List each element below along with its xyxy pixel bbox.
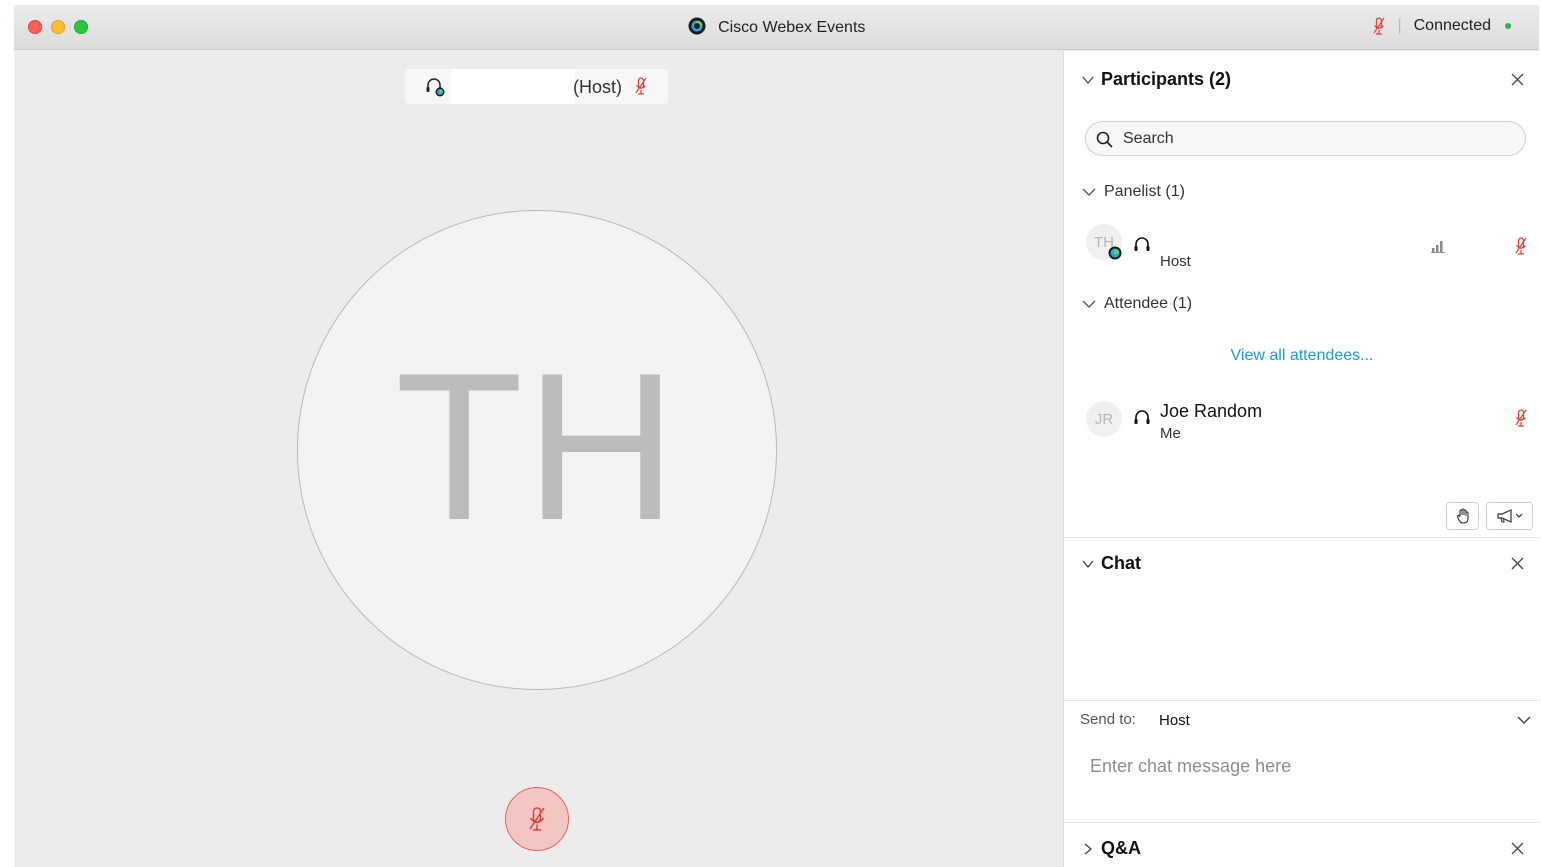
attendee-initials: JR	[1094, 410, 1114, 428]
announcement-menu-button[interactable]	[1486, 502, 1533, 530]
avatar: JR	[1086, 401, 1122, 437]
megaphone-icon	[1496, 509, 1522, 523]
qa-header[interactable]: Q&A	[1064, 834, 1539, 864]
close-icon[interactable]	[1511, 557, 1524, 570]
raise-hand-icon	[1456, 508, 1469, 524]
attendee-group-label: Attendee (1)	[1104, 295, 1193, 312]
raise-hand-button[interactable]	[1446, 502, 1479, 530]
connection-status: | Connected	[1373, 17, 1511, 35]
speaker-avatar: TH	[297, 210, 777, 690]
speaker-role: (Host)	[573, 77, 622, 97]
headset-icon	[426, 78, 445, 97]
video-stage: (Host) TH	[14, 51, 1063, 867]
signal-strength-icon	[1431, 241, 1445, 253]
participants-header[interactable]: Participants (2)	[1064, 65, 1539, 95]
window-title: Cisco Webex Events	[718, 19, 866, 36]
mic-muted-icon	[529, 807, 545, 831]
attendee-group-toggle[interactable]: Attendee (1)	[1082, 295, 1192, 313]
search-icon	[1096, 131, 1113, 148]
window-title-group: Cisco Webex Events	[14, 17, 1539, 37]
search-input[interactable]	[1123, 126, 1503, 152]
panelist-group-toggle[interactable]: Panelist (1)	[1082, 183, 1185, 201]
section-divider	[1064, 700, 1539, 701]
attendee-sub: Me	[1160, 425, 1181, 442]
chevron-down-icon[interactable]	[1517, 715, 1531, 725]
speaker-avatar-initials: TH	[395, 329, 679, 564]
status-text: Connected	[1413, 17, 1491, 34]
panelist-group-label: Panelist (1)	[1104, 183, 1185, 200]
qa-title: Q&A	[1101, 838, 1141, 858]
app-window: Cisco Webex Events | Connected (Host) TH…	[14, 5, 1539, 867]
mic-muted-icon[interactable]	[1515, 409, 1527, 427]
close-icon[interactable]	[1511, 842, 1524, 855]
panelist-role: Host	[1160, 253, 1191, 270]
send-to-label: Send to:	[1080, 711, 1136, 728]
chevron-down-icon	[1082, 300, 1096, 308]
status-separator: |	[1397, 17, 1402, 34]
redacted-name	[451, 69, 575, 104]
close-icon[interactable]	[1511, 73, 1524, 86]
section-divider	[1064, 537, 1539, 538]
webex-badge-icon	[1108, 246, 1122, 260]
mic-muted-icon[interactable]	[1515, 237, 1527, 255]
connected-indicator	[1505, 23, 1511, 29]
send-to-select[interactable]: Host	[1159, 712, 1190, 729]
chevron-down-icon[interactable]	[1082, 73, 1094, 87]
chat-title: Chat	[1101, 553, 1141, 573]
title-bar: Cisco Webex Events | Connected	[14, 5, 1539, 50]
mic-muted-icon	[635, 77, 647, 95]
chevron-down-icon	[1082, 188, 1096, 196]
view-all-attendees-link[interactable]: View all attendees...	[1064, 347, 1539, 365]
mic-muted-icon[interactable]	[1373, 17, 1385, 35]
participants-title: Participants (2)	[1101, 69, 1232, 89]
section-divider	[1064, 822, 1539, 823]
chat-header[interactable]: Chat	[1064, 549, 1539, 579]
active-speaker-label: (Host)	[405, 69, 668, 104]
chevron-right-icon[interactable]	[1082, 842, 1094, 856]
unmute-button[interactable]	[505, 787, 569, 851]
webex-logo-icon	[688, 17, 706, 35]
headset-icon	[1134, 410, 1150, 424]
headset-icon	[1134, 237, 1150, 251]
participant-search[interactable]	[1085, 121, 1526, 156]
side-panel: Participants (2) Panelist (1) TH	[1063, 51, 1539, 867]
chevron-down-icon[interactable]	[1082, 557, 1094, 571]
attendee-name: Joe Random	[1160, 401, 1263, 421]
chat-message-input[interactable]	[1090, 751, 1520, 781]
